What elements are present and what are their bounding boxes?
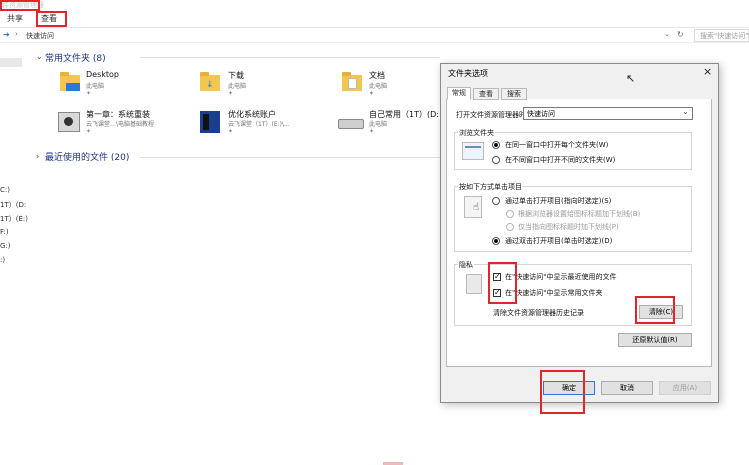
pin-icon: ➜ [3,30,10,39]
ribbon-bar [0,11,749,28]
browse-folders-title: 浏览文件夹 [458,128,495,138]
drive-icon [338,119,364,129]
browse-same-window-label[interactable]: 在同一窗口中打开每个文件夹(W) [505,140,608,150]
chevron-down-icon[interactable]: ⌄ [664,30,670,38]
privacy-icon [466,274,482,294]
pin-icon: ✦ [369,90,375,97]
download-arrow-icon: ↓ [206,80,214,90]
annotation-box-clear-button [635,296,675,324]
privacy-title: 隐私 [458,260,474,270]
pointer-icon: ☝ [473,202,480,213]
sidebar-item-g[interactable]: G:) [0,242,11,250]
qa-item-drive-d-location: 此电脑 [369,121,388,128]
account-door-icon [203,114,209,130]
mouse-cursor-icon: ↖ [626,72,636,85]
recent-files-header[interactable]: 最近使用的文件 (20) [45,150,129,163]
underline-browser-label: 根据浏览器设置给图标标题加下划线(B) [518,210,641,218]
search-placeholder: 搜索"快速访问" [700,32,749,40]
show-frequent-folders-label[interactable]: 在"快速访问"中显示常用文件夹 [505,288,602,298]
restore-defaults-button[interactable]: 还原默认值(R) [618,333,692,347]
double-click-radio[interactable] [492,237,500,245]
cancel-button[interactable]: 取消 [601,381,653,395]
browse-new-window-label[interactable]: 在不同窗口中打开不同的文件夹(W) [505,155,615,165]
clear-history-label: 清除文件资源管理器历史记录 [493,309,584,317]
ribbon-tab-share[interactable]: 共享 [7,13,23,24]
collapse-chevron-icon[interactable]: ⌄ [36,52,43,61]
chevron-right-icon: › [15,30,18,38]
qa-item-optimize-location: 云飞课堂（1T）(E:)\... [228,121,290,128]
qa-item-downloads-location: 此电脑 [228,83,247,90]
sidebar-item-d[interactable]: 1T）(D: [0,200,26,210]
pin-icon: ✦ [228,128,234,135]
tab-search[interactable]: 搜索 [501,88,527,100]
annotation-box-title [0,0,40,11]
browse-same-window-radio[interactable] [492,141,500,149]
frequent-folders-header[interactable]: 常用文件夹 (8) [45,51,106,64]
qa-item-documents[interactable]: 文档 [369,70,385,81]
qa-item-desktop[interactable]: Desktop [86,70,119,79]
pin-icon: ✦ [228,90,234,97]
tab-general[interactable]: 常规 [447,87,471,100]
annotation-box-view-tab [36,11,67,27]
underline-browser-radio[interactable] [506,210,514,218]
apply-button[interactable]: 应用(A) [659,381,711,395]
annotation-box-ok-button [540,370,585,414]
address-bar [0,29,749,43]
document-sheet-icon [348,78,357,89]
address-path[interactable]: 快速访问 [26,31,54,41]
browse-folders-icon [462,142,484,160]
underline-point-radio[interactable] [506,223,514,231]
window-line-icon [465,146,481,148]
qa-item-documents-location: 此电脑 [369,83,388,90]
group-divider [140,157,440,158]
pin-icon: ✦ [369,128,375,135]
pin-icon: ✦ [86,128,92,135]
click-items-title: 按如下方式单击项目 [458,182,523,192]
double-click-label[interactable]: 通过双击打开项目(单击时选定)(D) [505,236,612,246]
annotation-box-privacy-checkboxes [488,262,517,304]
sidebar-item-f[interactable]: F:) [0,228,9,236]
chevron-down-icon[interactable]: ⌄ [682,107,689,116]
open-explorer-value: 快速访问 [527,110,555,118]
group-divider [140,57,440,58]
qa-item-chapter1-location: 云飞课堂…\电脑基础教程 [86,121,155,128]
single-click-radio[interactable] [492,197,500,205]
sidebar-item-e[interactable]: 1T）(E:) [0,214,28,224]
qa-item-downloads[interactable]: 下载 [228,70,244,81]
sidebar-selected-item[interactable] [0,58,22,67]
qa-item-desktop-location: 此电脑 [86,83,105,90]
pin-icon: ✦ [86,90,92,97]
close-icon[interactable]: × [703,65,712,78]
tab-view[interactable]: 查看 [473,88,499,100]
camera-lens-icon [64,117,73,126]
browse-new-window-radio[interactable] [492,156,500,164]
refresh-icon[interactable]: ↻ [677,30,684,39]
sidebar-item-c[interactable]: C:) [0,186,10,194]
sidebar-item-h[interactable]: :) [0,256,5,264]
dialog-title: 文件夹选项 [448,69,488,78]
expand-chevron-icon[interactable]: › [36,152,39,161]
single-click-label[interactable]: 通过单击打开项目(指向时选定)(S) [505,196,611,206]
show-recent-files-label[interactable]: 在"快速访问"中显示最近使用的文件 [505,272,616,282]
desktop-overlay-icon [66,83,80,91]
underline-point-label: 仅当指向图标标题时加下划线(P) [518,223,619,231]
